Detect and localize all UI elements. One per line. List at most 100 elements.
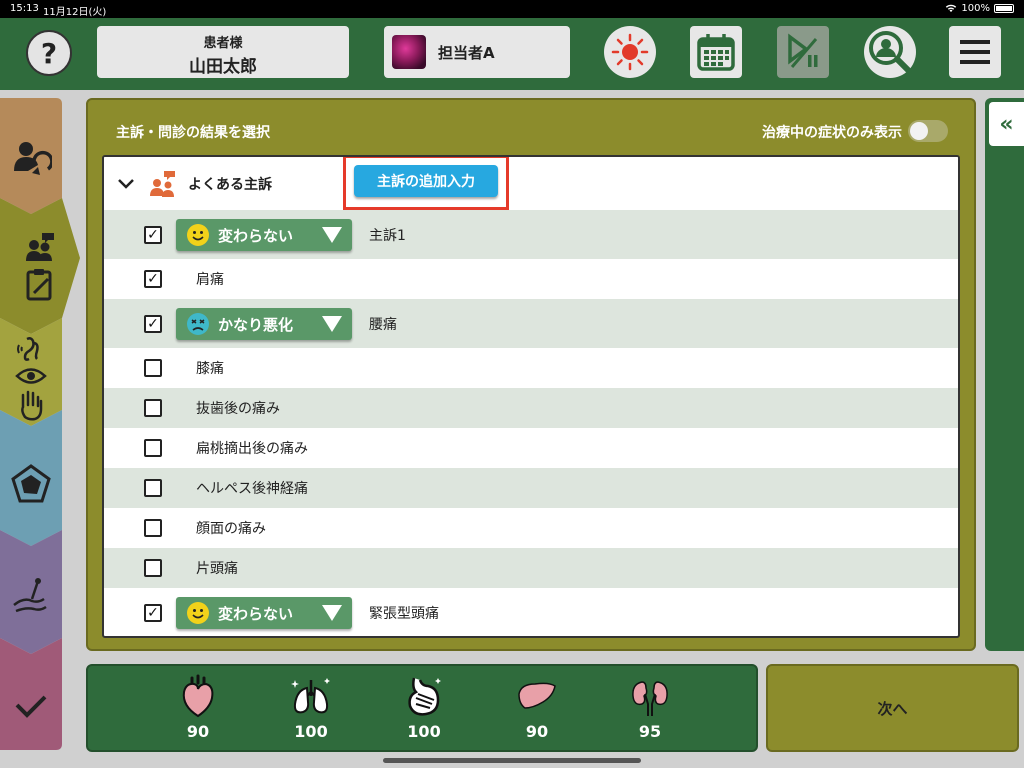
row-checkbox[interactable] xyxy=(144,603,162,622)
pentagon-chart-icon xyxy=(11,464,51,503)
list-item[interactable]: かなり悪化 腰痛 xyxy=(104,299,958,348)
sidebar-tab-confirm[interactable] xyxy=(0,676,62,736)
complaint-label: 抜歯後の痛み xyxy=(196,401,280,417)
app-header: ? 患者様 山田太郎 担当者A xyxy=(0,18,1024,90)
sidebar-tab-patient-transfer[interactable] xyxy=(0,128,62,188)
dropdown-triangle-icon xyxy=(322,227,342,243)
acupuncture-icon xyxy=(13,578,47,613)
status-dropdown[interactable]: 変わらない xyxy=(176,219,352,251)
right-panel-tab: « xyxy=(985,98,1024,651)
dropdown-triangle-icon xyxy=(322,605,342,621)
sidebar-tab-senses[interactable] xyxy=(0,330,62,426)
list-item[interactable]: 変わらない 緊張型頭痛 xyxy=(104,588,958,636)
list-item[interactable]: 膝痛 xyxy=(104,348,958,388)
row-checkbox[interactable] xyxy=(144,439,162,457)
complaint-label: 肩痛 xyxy=(196,272,224,288)
staff-avatar xyxy=(392,35,426,69)
group-header: よくある主訴 主訴の追加入力 xyxy=(104,157,958,210)
calendar-icon xyxy=(697,34,735,71)
organ-stomach[interactable]: 100 xyxy=(394,674,454,741)
add-button-highlight: 主訴の追加入力 xyxy=(343,157,509,210)
status-right: 100% xyxy=(945,3,1014,14)
clipboard-edit-icon xyxy=(26,269,52,301)
help-icon: ? xyxy=(40,36,58,70)
main-panel: 主訴・問診の結果を選択 治療中の症状のみ表示 よくある主訴 主訴の追加入力 変わ… xyxy=(86,98,976,651)
list-item[interactable]: 顔面の痛み xyxy=(104,508,958,548)
complaint-label: 主訴1 xyxy=(369,227,406,244)
row-checkbox[interactable] xyxy=(144,519,162,537)
toggle-knob xyxy=(910,122,928,140)
sidebar-tab-interview[interactable] xyxy=(0,216,80,316)
organ-heart[interactable]: 90 xyxy=(168,674,228,741)
group-users-icon xyxy=(150,170,175,197)
complaint-label: 緊張型頭痛 xyxy=(369,605,439,622)
sad-face-icon xyxy=(187,313,209,335)
sidebar-tab-diagnosis[interactable] xyxy=(0,454,62,514)
staff-selector[interactable]: 担当者A xyxy=(384,26,570,78)
list-item[interactable]: 肩痛 xyxy=(104,259,958,299)
patient-label: 患者様 xyxy=(203,36,243,51)
page-title: 主訴・問診の結果を選択 xyxy=(116,125,270,141)
organ-kidneys[interactable]: 95 xyxy=(620,674,680,741)
heart-score: 90 xyxy=(186,722,210,741)
user-search-icon xyxy=(869,31,911,73)
list-item[interactable]: 片頭痛 xyxy=(104,548,958,588)
play-pause-icon xyxy=(788,33,818,68)
add-complaint-button[interactable]: 主訴の追加入力 xyxy=(354,165,498,197)
status-time: 15:13 xyxy=(10,3,39,14)
next-button[interactable]: 次へ xyxy=(766,664,1019,752)
kidneys-icon xyxy=(632,681,668,716)
organ-lungs[interactable]: 100 xyxy=(281,674,341,741)
row-checkbox[interactable] xyxy=(144,559,162,577)
treatment-only-toggle[interactable] xyxy=(908,120,948,142)
row-checkbox[interactable] xyxy=(144,479,162,497)
group-title: よくある主訴 xyxy=(188,176,272,193)
row-checkbox[interactable] xyxy=(144,359,162,377)
status-label: 変わらない xyxy=(218,226,294,245)
user-search-button[interactable] xyxy=(864,26,916,78)
row-checkbox[interactable] xyxy=(144,399,162,417)
organ-liver[interactable]: 90 xyxy=(507,674,567,741)
list-item[interactable]: ヘルペス後神経痛 xyxy=(104,468,958,508)
row-checkbox[interactable] xyxy=(144,225,162,244)
liver-icon xyxy=(518,682,556,709)
lungs-score: 100 xyxy=(294,722,328,741)
eye-icon xyxy=(15,368,47,384)
complaint-label: 顔面の痛み xyxy=(196,521,266,537)
calendar-button[interactable] xyxy=(690,26,742,78)
organ-scores-bar: 90 100 100 90 95 xyxy=(86,664,758,752)
ear-icon xyxy=(17,337,39,361)
sun-button[interactable] xyxy=(604,26,656,78)
home-indicator xyxy=(383,758,641,763)
status-label: 変わらない xyxy=(218,604,294,623)
kidneys-score: 95 xyxy=(638,722,662,741)
play-pause-button[interactable] xyxy=(777,26,829,78)
user-refresh-icon xyxy=(14,142,52,175)
collapse-toggle[interactable] xyxy=(116,174,136,194)
happy-face-icon xyxy=(187,224,209,246)
sun-icon xyxy=(611,33,649,71)
wifi-icon xyxy=(946,4,957,12)
list-item[interactable]: 抜歯後の痛み xyxy=(104,388,958,428)
sidebar-tab-treatment[interactable] xyxy=(0,568,62,628)
status-dropdown[interactable]: 変わらない xyxy=(176,597,352,629)
dropdown-triangle-icon xyxy=(322,316,342,332)
status-date: 11月12日(火) xyxy=(43,7,107,18)
list-item[interactable]: 扁桃摘出後の痛み xyxy=(104,428,958,468)
stomach-score: 100 xyxy=(407,722,441,741)
menu-button[interactable] xyxy=(949,26,1001,78)
chat-users-icon xyxy=(26,233,54,261)
expand-panel-button[interactable]: « xyxy=(989,102,1024,146)
happy-face-icon xyxy=(187,602,209,624)
row-checkbox[interactable] xyxy=(144,270,162,288)
treatment-only-label: 治療中の症状のみ表示 xyxy=(762,125,902,141)
patient-selector[interactable]: 患者様 山田太郎 xyxy=(97,26,349,78)
stomach-icon xyxy=(408,677,441,716)
liver-score: 90 xyxy=(525,722,549,741)
row-checkbox[interactable] xyxy=(144,314,162,333)
help-button[interactable]: ? xyxy=(26,30,72,76)
chevron-down-icon xyxy=(118,178,134,189)
list-item[interactable]: 変わらない 主訴1 xyxy=(104,210,958,259)
battery-percent: 100% xyxy=(961,3,990,14)
status-dropdown[interactable]: かなり悪化 xyxy=(176,308,352,340)
